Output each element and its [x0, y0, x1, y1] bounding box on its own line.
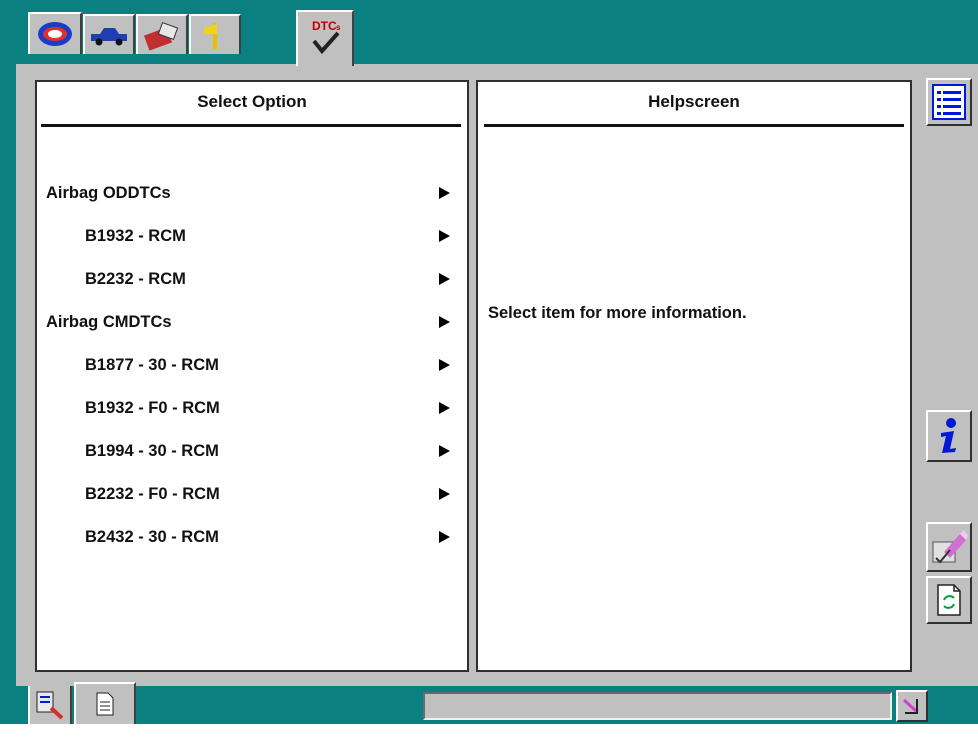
option-label: B2232 - F0 - RCM	[85, 485, 220, 503]
option-item[interactable]: B1932 - RCM	[37, 223, 467, 266]
toolbox-icon	[143, 21, 179, 51]
bottom-tab-document[interactable]	[74, 682, 136, 724]
option-label: Airbag CMDTCs	[46, 313, 172, 331]
expand-arrow-icon	[439, 316, 450, 328]
eraser-icon	[932, 530, 968, 564]
tab-vehicle[interactable]	[83, 14, 135, 54]
option-item[interactable]: B2232 - RCM	[37, 266, 467, 309]
svg-text:DTC: DTC	[312, 19, 337, 33]
option-label: B2232 - RCM	[85, 270, 186, 288]
expand-arrow-icon	[439, 402, 450, 414]
tab-dtcs[interactable]: DTC s	[296, 10, 354, 66]
option-label: B1932 - RCM	[85, 227, 186, 245]
info-icon	[941, 418, 956, 453]
option-item[interactable]: B2232 - F0 - RCM	[37, 481, 467, 524]
tab-toolbox[interactable]	[136, 14, 188, 54]
header-divider	[41, 124, 461, 127]
bottom-tab-tools[interactable]	[28, 686, 72, 724]
tool-magnifier-icon	[36, 691, 64, 720]
wrench-corner-icon	[902, 698, 918, 714]
select-option-title: Select Option	[197, 92, 307, 111]
option-label: B2432 - 30 - RCM	[85, 528, 219, 546]
option-label: B1994 - 30 - RCM	[85, 442, 219, 460]
option-item[interactable]: B1994 - 30 - RCM	[37, 438, 467, 481]
expand-arrow-icon	[439, 187, 450, 199]
list-button[interactable]	[926, 78, 972, 126]
helpscreen-panel: Helpscreen Select item for more informat…	[476, 80, 912, 672]
tab-globe[interactable]	[28, 12, 82, 54]
expand-arrow-icon	[439, 273, 450, 285]
helpscreen-title: Helpscreen	[648, 92, 740, 111]
option-list: Airbag ODDTCs B1932 - RCM B2232 - RCM Airba…	[37, 180, 467, 567]
expand-arrow-icon	[439, 488, 450, 500]
expand-arrow-icon	[439, 445, 450, 457]
option-item[interactable]: Airbag ODDTCs	[37, 180, 467, 223]
list-icon	[932, 84, 966, 120]
help-message: Select item for more information.	[488, 304, 747, 322]
car-icon	[91, 28, 127, 46]
erase-button[interactable]	[926, 522, 972, 572]
option-label: B1932 - F0 - RCM	[85, 399, 220, 417]
option-item[interactable]: Airbag CMDTCs	[37, 309, 467, 352]
select-option-panel: Select Option Airbag ODDTCs B1932 - RCM B2…	[35, 80, 469, 672]
header-divider	[484, 124, 904, 127]
corner-tool-button[interactable]	[896, 690, 928, 722]
signpost-icon	[204, 23, 217, 49]
refresh-document-button[interactable]	[926, 576, 972, 624]
tab-signpost[interactable]	[189, 14, 241, 54]
info-button[interactable]	[926, 410, 972, 462]
expand-arrow-icon	[439, 531, 450, 543]
option-label: B1877 - 30 - RCM	[85, 356, 219, 374]
globe-logo-icon	[38, 22, 72, 46]
option-label: Airbag ODDTCs	[46, 184, 171, 202]
document-icon	[96, 692, 114, 716]
expand-arrow-icon	[439, 230, 450, 242]
option-item[interactable]: B1932 - F0 - RCM	[37, 395, 467, 438]
option-item[interactable]: B2432 - 30 - RCM	[37, 524, 467, 567]
status-bar	[423, 692, 892, 720]
app-window: DTC s Select Option Airbag ODDTCs B1932 -…	[0, 0, 978, 724]
expand-arrow-icon	[439, 359, 450, 371]
option-item[interactable]: B1877 - 30 - RCM	[37, 352, 467, 395]
svg-text:s: s	[336, 23, 341, 32]
document-refresh-icon	[937, 584, 961, 616]
dtc-checkmark-icon: DTC s	[312, 19, 341, 55]
